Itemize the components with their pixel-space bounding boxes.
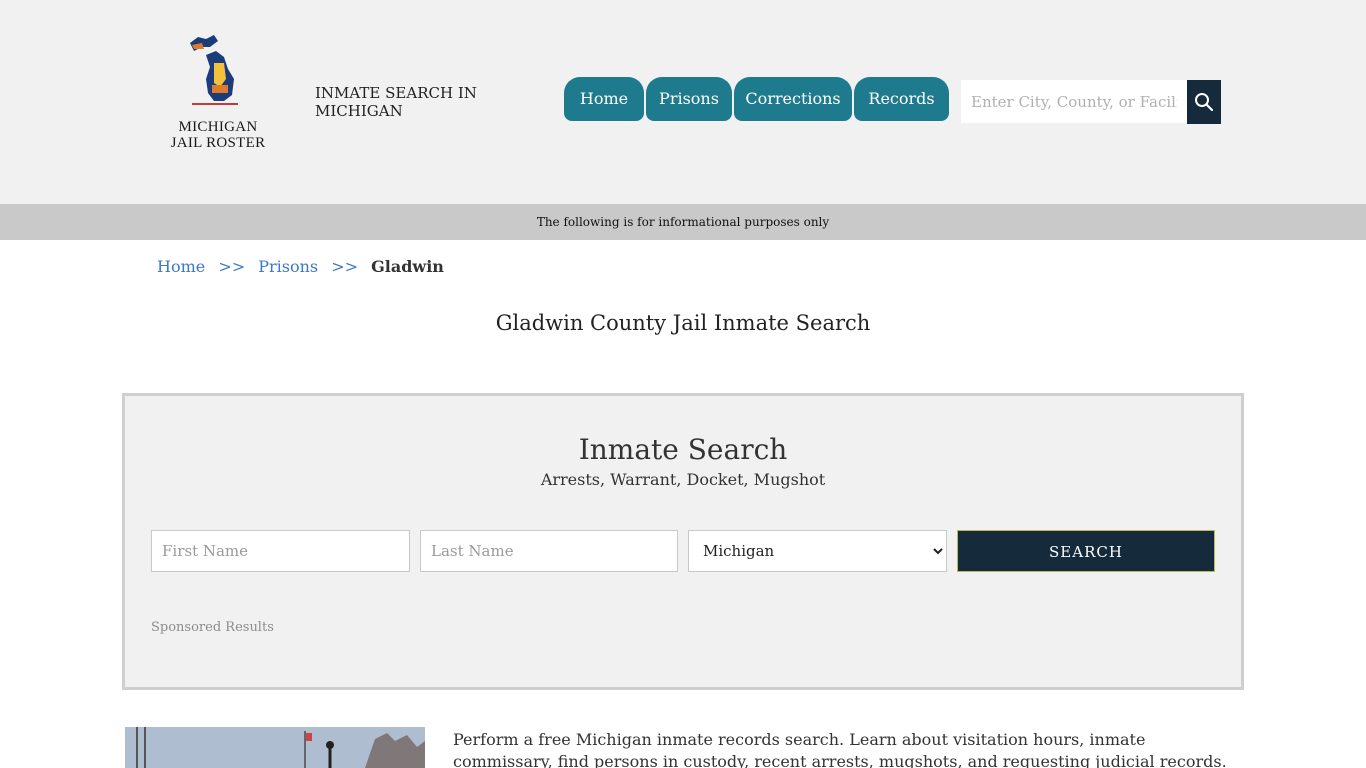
page-title: Gladwin County Jail Inmate Search [495,311,871,335]
breadcrumb-current: Gladwin [371,257,444,276]
logo-line-1: MICHIGAN [178,119,258,135]
last-name-input[interactable] [420,530,678,572]
facility-search-button[interactable] [1187,80,1221,124]
sponsored-results-label: Sponsored Results [151,620,274,635]
breadcrumb-home[interactable]: Home [157,257,205,276]
search-icon [1195,93,1214,112]
building-photo-image [125,727,425,768]
site-logo[interactable]: MICHIGAN JAIL ROSTER [170,33,266,155]
nav-records[interactable]: Records [854,77,949,121]
inmate-search-panel: Inmate Search Arrests, Warrant, Docket, … [122,393,1244,690]
breadcrumb-separator: >> [218,257,246,276]
breadcrumb: Home >> Prisons >> Gladwin [157,257,444,277]
nav-corrections[interactable]: Corrections [734,77,852,121]
breadcrumb-prisons[interactable]: Prisons [258,257,318,276]
breadcrumb-separator: >> [331,257,359,276]
inmate-search-subtitle: Arrests, Warrant, Docket, Mugshot [540,470,826,489]
nav-home[interactable]: Home [564,77,644,121]
site-title[interactable]: INMATE SEARCH IN MICHIGAN [315,84,495,120]
state-select[interactable]: Michigan [688,530,947,572]
logo-line-2: JAIL ROSTER [170,135,266,151]
info-notice-bar: The following is for informational purpo… [0,204,1366,240]
intro-paragraph: Perform a free Michigan inmate records s… [453,730,1227,768]
nav-prisons[interactable]: Prisons [646,77,732,121]
facility-search-input[interactable] [961,80,1187,123]
inmate-search-title: Inmate Search [578,433,788,466]
michigan-map-icon [190,35,238,105]
inmate-search-button[interactable]: SEARCH [957,530,1215,572]
site-header: MICHIGAN JAIL ROSTER INMATE SEARCH IN MI… [0,0,1366,204]
first-name-input[interactable] [151,530,410,572]
logo-text: MICHIGAN JAIL ROSTER [170,119,266,151]
county-jail-photo [125,727,425,768]
